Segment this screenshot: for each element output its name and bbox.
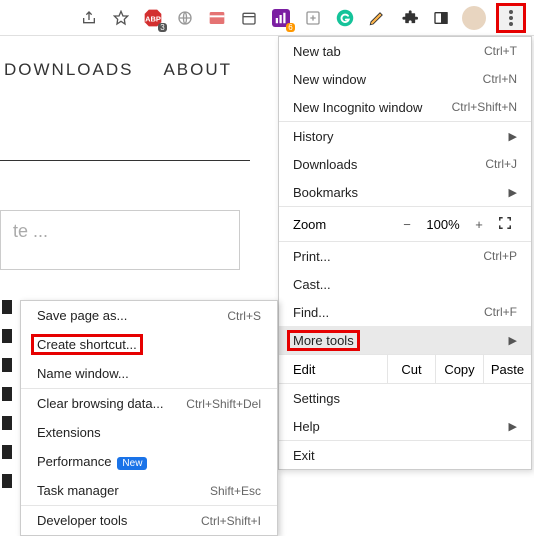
submenu-create-shortcut[interactable]: Create shortcut... (21, 330, 277, 359)
menu-find[interactable]: Find... Ctrl+F (279, 298, 531, 326)
chrome-menu: New tab Ctrl+T New window Ctrl+N New Inc… (278, 36, 532, 470)
globe-icon[interactable] (174, 7, 196, 29)
analytics-badge: 6 (286, 23, 295, 32)
chrome-menu-button[interactable] (496, 3, 526, 33)
zoom-value: 100% (421, 217, 465, 232)
zoom-in-button[interactable]: + (465, 217, 493, 232)
sidepanel-icon[interactable] (430, 7, 452, 29)
pen-ext-icon[interactable] (366, 7, 388, 29)
chevron-right-icon: ▶ (509, 420, 517, 433)
edit-paste-button[interactable]: Paste (483, 355, 531, 383)
chevron-right-icon: ▶ (509, 334, 517, 347)
menu-edit-row: Edit Cut Copy Paste (279, 354, 531, 384)
submenu-extensions[interactable]: Extensions (21, 418, 277, 447)
menu-help[interactable]: Help ▶ (279, 412, 531, 440)
edit-copy-button[interactable]: Copy (435, 355, 483, 383)
submenu-dev-tools[interactable]: Developer tools Ctrl+Shift+I (21, 506, 277, 535)
edit-cut-button[interactable]: Cut (387, 355, 435, 383)
menu-bookmarks[interactable]: Bookmarks ▶ (279, 178, 531, 206)
submenu-name-window[interactable]: Name window... (21, 359, 277, 388)
zoom-out-button[interactable]: − (393, 217, 421, 232)
menu-cast[interactable]: Cast... (279, 270, 531, 298)
menu-more-tools[interactable]: More tools ▶ (279, 326, 531, 354)
page-divider (0, 160, 250, 161)
profile-avatar[interactable] (462, 6, 486, 30)
svg-text:ABP: ABP (145, 14, 161, 23)
page-input[interactable]: te ... (0, 210, 240, 270)
chevron-right-icon: ▶ (509, 130, 517, 143)
new-badge: New (117, 457, 147, 470)
page-nav: DOWNLOADS ABOUT (0, 60, 232, 80)
fullscreen-icon[interactable] (493, 216, 517, 233)
menu-history[interactable]: History ▶ (279, 122, 531, 150)
nav-about[interactable]: ABOUT (163, 60, 232, 80)
analytics-ext-icon[interactable]: 6 (270, 7, 292, 29)
adblock-icon[interactable]: ABP 3 (142, 7, 164, 29)
plus-ext-icon[interactable] (302, 7, 324, 29)
side-stripe (2, 300, 12, 503)
menu-print[interactable]: Print... Ctrl+P (279, 242, 531, 270)
more-tools-submenu: Save page as... Ctrl+S Create shortcut..… (20, 300, 278, 536)
menu-zoom: Zoom − 100% + (279, 206, 531, 242)
browser-toolbar: ABP 3 6 (0, 0, 534, 36)
card-ext-icon[interactable] (206, 7, 228, 29)
share-icon[interactable] (78, 7, 100, 29)
menu-exit[interactable]: Exit (279, 441, 531, 469)
menu-downloads[interactable]: Downloads Ctrl+J (279, 150, 531, 178)
menu-new-window[interactable]: New window Ctrl+N (279, 65, 531, 93)
menu-settings[interactable]: Settings (279, 384, 531, 412)
adblock-badge: 3 (158, 23, 167, 32)
menu-new-tab[interactable]: New tab Ctrl+T (279, 37, 531, 65)
extensions-icon[interactable] (398, 7, 420, 29)
submenu-save-page[interactable]: Save page as... Ctrl+S (21, 301, 277, 330)
grammarly-icon[interactable] (334, 7, 356, 29)
submenu-task-manager[interactable]: Task manager Shift+Esc (21, 476, 277, 505)
menu-incognito[interactable]: New Incognito window Ctrl+Shift+N (279, 93, 531, 121)
star-icon[interactable] (110, 7, 132, 29)
submenu-clear-data[interactable]: Clear browsing data... Ctrl+Shift+Del (21, 389, 277, 418)
submenu-performance[interactable]: PerformanceNew (21, 447, 277, 476)
calendar-icon[interactable] (238, 7, 260, 29)
nav-downloads[interactable]: DOWNLOADS (4, 60, 133, 80)
chevron-right-icon: ▶ (509, 186, 517, 199)
